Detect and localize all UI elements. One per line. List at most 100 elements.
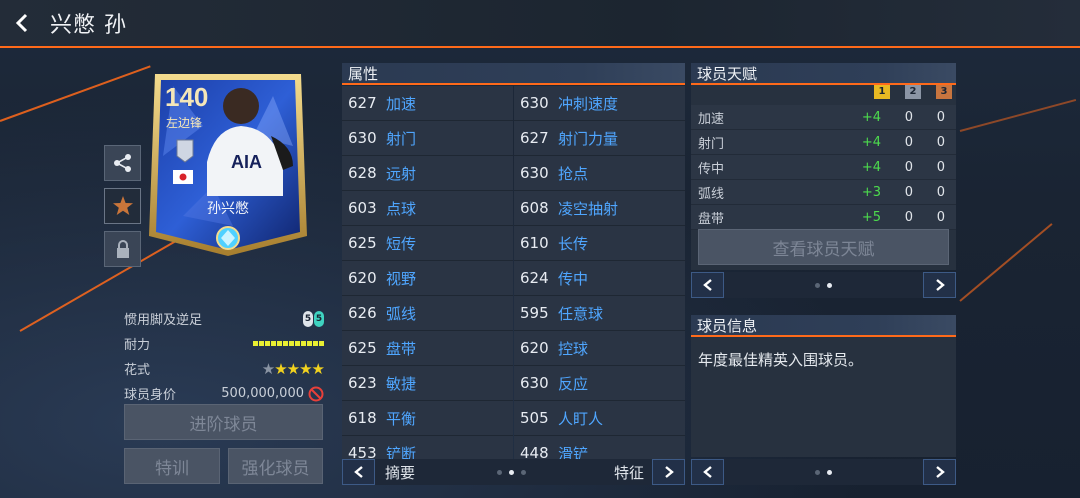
enhance-button[interactable]: 强化球员 [228,448,323,484]
talent-footer [691,272,956,298]
skill-row: 花式 ★★★★★ [124,356,325,381]
attribute-value: 625 [348,339,377,357]
desc-next-button[interactable] [923,459,956,485]
talent-header: 球员天赋 [691,63,956,85]
talent-rank3-value: 0 [936,184,945,200]
attribute-name: 任意球 [558,304,604,323]
attribute-value: 627 [348,94,377,112]
attribute-cell: 628 远射 [342,156,513,191]
attribute-name: 短传 [386,234,417,253]
attributes-prev-button[interactable] [342,459,375,485]
rank-3-badge: 3 [936,85,952,99]
back-button[interactable] [0,0,44,47]
attribute-name: 敏捷 [386,374,417,393]
player-desc-text: 年度最佳精英入围球员。 [698,351,864,369]
talent-rank2-value: 0 [904,134,913,150]
attribute-cell: 625 短传 [342,226,513,261]
player-desc-title: 球员信息 [697,316,758,335]
attribute-value: 620 [348,269,377,287]
attributes-next-label: 特征 [613,463,644,482]
talent-row: 传中 +4 0 0 [691,155,956,180]
attribute-value: 630 [520,164,549,182]
attribute-cell: 627 加速 [342,86,513,121]
attribute-value: 623 [348,374,377,392]
stamina-row: 耐力 [124,331,324,356]
train-button[interactable]: 特训 [124,448,220,484]
card-position: 左边锋 [166,116,203,130]
attributes-panel[interactable]: 627 加速 630 冲刺速度 630 射门 627 射门力量 628 远射 630 抢点 603 点球 6… [342,86,685,460]
chevron-right-icon [664,466,674,478]
talent-next-button[interactable] [923,272,956,298]
talent-rank1-value: +5 [861,209,881,225]
attribute-name: 控球 [558,339,589,358]
lock-button[interactable] [104,231,141,267]
page-title: 兴憋 孙 [50,13,127,38]
talent-rank2-value: 0 [904,159,913,175]
attribute-value: 627 [520,129,549,147]
attribute-cell: 630 射门 [342,121,513,156]
rank-2-badge: 2 [905,85,921,99]
talent-row: 加速 +4 0 0 [691,105,956,130]
attributes-next-button[interactable] [652,459,685,485]
top-bar: 兴憋 孙 [0,0,1080,48]
stamina-bar [253,341,324,346]
desc-prev-button[interactable] [691,459,724,485]
player-desc-body: 年度最佳精英入围球员。 [691,337,956,457]
skill-stars: ★★★★★ [261,359,325,378]
upgrade-button[interactable]: 进阶球员 [124,404,323,440]
talent-label: 加速 [698,111,725,127]
view-talent-button[interactable]: 查看球员天赋 [698,229,949,265]
attribute-cell: 630 反应 [514,366,685,401]
attribute-value: 603 [348,199,377,217]
attribute-value: 448 [520,444,549,460]
talent-label: 盘带 [698,211,725,227]
attribute-name: 盘带 [386,339,417,358]
stamina-label: 耐力 [124,338,151,353]
talent-title: 球员天赋 [697,64,758,83]
attribute-name: 抢点 [558,164,589,183]
chevron-left-icon [702,466,712,478]
attribute-value: 628 [348,164,377,182]
talent-prev-button[interactable] [691,272,724,298]
attributes-grid: 627 加速 630 冲刺速度 630 射门 627 射门力量 628 远射 630 抢点 603 点球 6… [342,86,685,460]
attribute-value: 625 [348,234,377,252]
attribute-value: 595 [520,304,549,322]
player-card[interactable]: AIA 140 左边锋 孙兴憋 [143,66,313,258]
attribute-cell: 453 铲断 [342,436,513,460]
attribute-cell: 623 敏捷 [342,366,513,401]
value-label: 球员身价 [124,388,177,403]
talent-rows: 加速 +4 0 0 射门 +4 0 0 传中 +4 0 0 弧线 +3 0 0 盘带 +5 0 0 [691,105,956,230]
attributes-header: 属性 [342,63,685,85]
foot-left-value: 5 [303,310,313,327]
foot-row: 惯用脚及逆足 5 5 [124,306,324,331]
card-rating: 140 [165,82,209,112]
desc-page-dots [815,469,832,475]
skill-label: 花式 [124,363,151,378]
talent-rank3-value: 0 [936,109,945,125]
talent-rank1-value: +4 [861,109,881,125]
talent-rank1-value: +3 [861,184,881,200]
attribute-cell: 448 滑铲 [514,436,685,460]
favorite-button[interactable] [104,188,141,224]
talent-row: 射门 +4 0 0 [691,130,956,155]
chevron-left-icon [353,466,363,478]
card-name: 孙兴憋 [207,201,249,217]
attribute-value: 626 [348,304,377,322]
attribute-name: 铲断 [386,444,417,461]
attribute-value: 608 [520,199,549,217]
talent-page-dots [815,282,832,288]
talent-label: 弧线 [698,186,725,202]
talent-rank1-value: +4 [861,134,881,150]
attribute-name: 冲刺速度 [558,94,619,113]
attribute-name: 长传 [558,234,589,253]
talent-label: 传中 [698,161,725,177]
attribute-name: 加速 [386,94,417,113]
foot-icon: 5 5 [303,310,324,327]
attribute-value: 624 [520,269,549,287]
share-button[interactable] [104,145,141,181]
attribute-name: 滑铲 [558,444,589,461]
attribute-cell: 630 冲刺速度 [514,86,685,121]
attribute-value: 618 [348,409,377,427]
attribute-value: 630 [520,94,549,112]
attributes-prev-label: 摘要 [385,463,416,482]
